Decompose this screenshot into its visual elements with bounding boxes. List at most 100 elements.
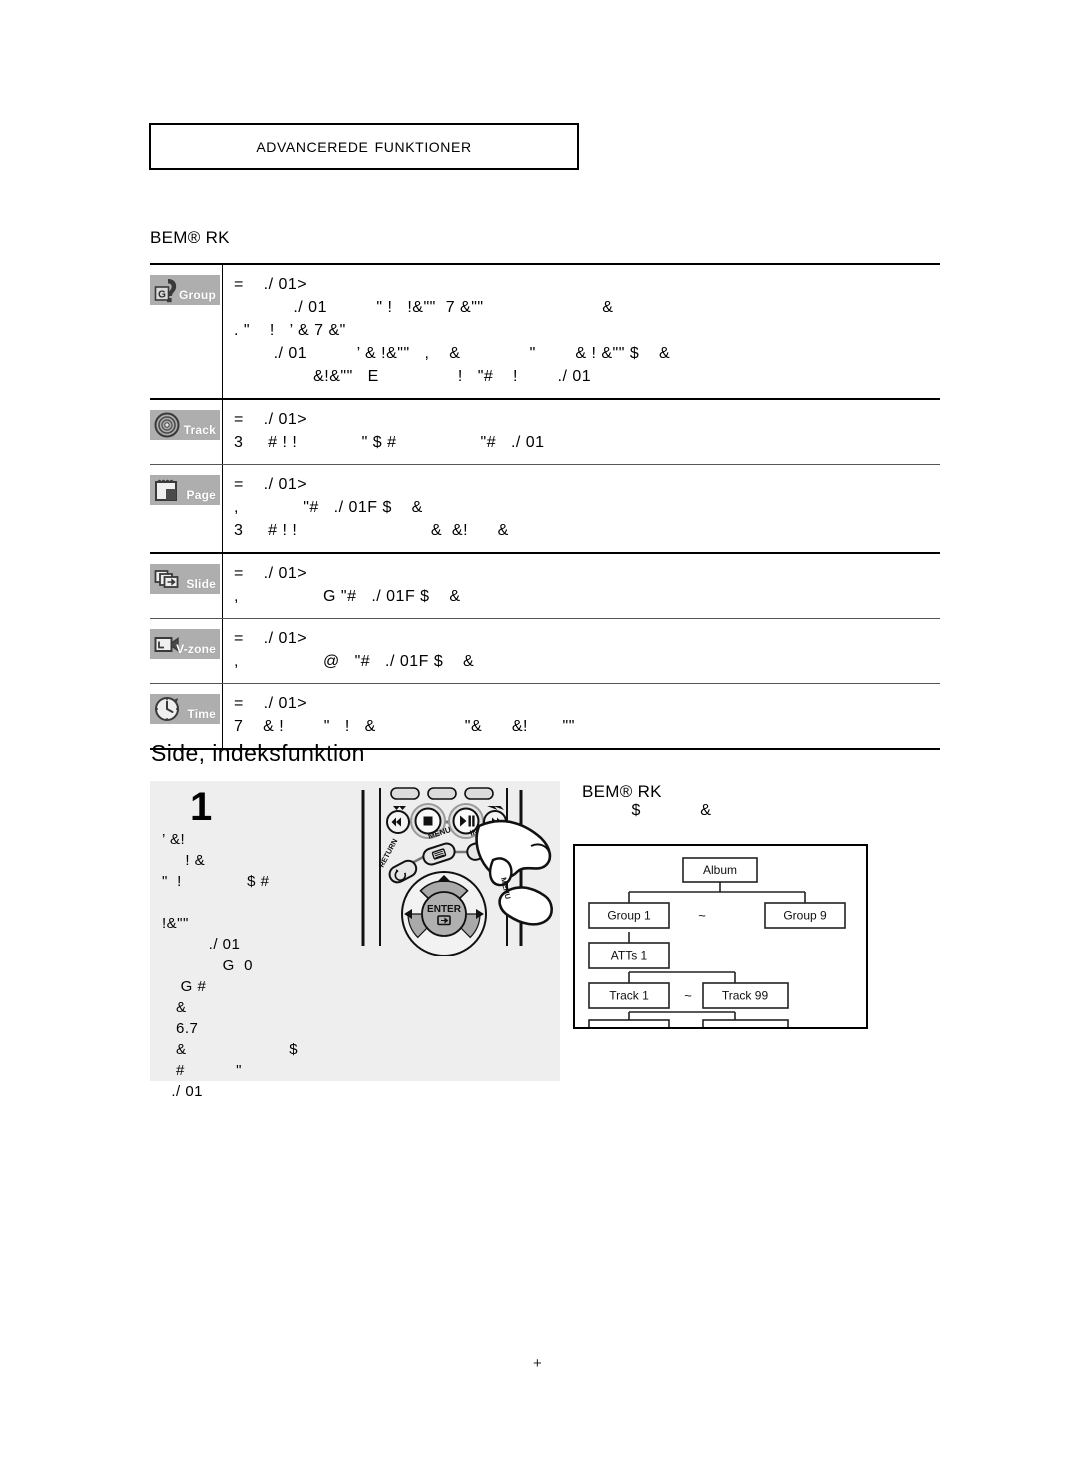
column-divider	[222, 265, 223, 398]
text-line: . " ! ’ & 7 &"	[234, 322, 346, 339]
badge-cell: Slide	[150, 564, 222, 594]
note-label-top: BEM® RK	[150, 228, 230, 247]
node-label-group-last: Group 9	[783, 909, 827, 923]
badge-cell: Time	[150, 694, 222, 724]
column-divider	[222, 554, 223, 618]
hierarchy-node-album: Album	[682, 857, 758, 883]
feature-table: G Group = ./ 01> ./ 01 " ! !&"" 7 &"" & …	[150, 263, 940, 750]
row-text-cell: = ./ 01> ./ 01 " ! !&"" 7 &"" & . " ! ’ …	[234, 265, 940, 398]
badge-label: Slide	[186, 577, 216, 591]
text-line: , G "# ./ 01F $ &	[234, 588, 461, 605]
badge-cell: V-zone	[150, 629, 222, 659]
badge-label: Group	[179, 288, 216, 302]
range-mark: ~	[698, 908, 706, 923]
text-line: G #	[162, 978, 207, 995]
range-mark: ~	[684, 1025, 692, 1027]
slides-stack-icon	[154, 566, 184, 597]
table-row: G Group = ./ 01> ./ 01 " ! !&"" 7 &"" & …	[150, 265, 940, 400]
column-divider	[222, 684, 223, 748]
hierarchy-diagram: Album Group 1 ~ Group 9 ATTs 1 Track 1 ~…	[573, 844, 868, 1029]
badge-page: Page	[150, 475, 220, 505]
text-line: , @ "# ./ 01F $ &	[234, 653, 475, 670]
step-panel: 1 ’ &! ! & " ! $ # !&"" ./ 01 G 0 G # & …	[150, 781, 560, 1100]
row-text-cell: = ./ 01> 7 & ! " ! & "& &! ""	[234, 684, 940, 748]
column-divider	[222, 400, 223, 464]
hierarchy-node-track-first: Track 1	[588, 982, 670, 1009]
node-label-atts: ATTs 1	[611, 949, 648, 963]
badge-time: Time	[150, 694, 220, 724]
badge-cell: Page	[150, 475, 222, 505]
section-heading: Side, indeksfunktion	[151, 740, 365, 766]
text-line: 3 # ! ! & &! &	[234, 522, 509, 539]
range-mark: ~	[684, 988, 692, 1003]
disc-icon	[154, 412, 182, 443]
badge-slide: Slide	[150, 564, 220, 594]
badge-label: Time	[187, 707, 216, 721]
hierarchy-node-index-last: Index 99	[702, 1019, 789, 1028]
text-line: ./ 01 ’ & !&"" , & " & ! &"" $ &	[234, 345, 671, 362]
badge-label: Page	[186, 488, 216, 502]
node-label-index-last: Index 99	[722, 1026, 768, 1028]
badge-cell: G Group	[150, 275, 222, 305]
node-label-track-first: Track 1	[609, 989, 649, 1003]
row-text-cell: = ./ 01> , @ "# ./ 01F $ &	[234, 619, 940, 683]
notepad-icon	[154, 477, 181, 508]
step-number: 1	[190, 785, 213, 829]
text-line: = ./ 01>	[234, 411, 308, 428]
table-row: Slide = ./ 01> , G "# ./ 01F $ &	[150, 554, 940, 619]
node-label-album: Album	[703, 863, 737, 877]
remote-control-illustration: MENU INFO RETURN	[355, 786, 555, 957]
text-line: = ./ 01>	[234, 476, 308, 493]
row-text-cell: = ./ 01> 3 # ! ! " $ # "# ./ 01	[234, 400, 940, 464]
hierarchy-node-index-first: Index 1	[588, 1019, 670, 1028]
text-line: = ./ 01>	[234, 276, 308, 293]
text-line: = ./ 01>	[234, 565, 308, 582]
row-text-cell: = ./ 01> , G "# ./ 01F $ &	[234, 554, 940, 618]
text-line: ./ 01	[162, 1083, 204, 1100]
return-button	[388, 859, 418, 884]
hierarchy-node-group-first: Group 1	[588, 902, 670, 929]
text-line: &	[162, 999, 187, 1016]
row-text-cell: = ./ 01> , "# ./ 01F $ & 3 # ! ! & &! &	[234, 465, 940, 552]
hand-illustration	[475, 819, 553, 926]
table-row: Page = ./ 01> , "# ./ 01F $ & 3 # ! ! & …	[150, 465, 940, 554]
table-row: V-zone = ./ 01> , @ "# ./ 01F $ &	[150, 619, 940, 684]
skip-back-icon	[386, 806, 410, 834]
text-line: 6.7	[162, 1020, 199, 1037]
text-line: = ./ 01>	[234, 630, 308, 647]
note-sub-text: $ &	[582, 802, 712, 819]
hierarchy-node-atts: ATTs 1	[588, 942, 670, 969]
badge-label: Track	[183, 423, 216, 437]
text-line: , "# ./ 01F $ &	[234, 499, 423, 516]
node-label-index-first: Index 1	[609, 1026, 649, 1028]
badge-group: G Group	[150, 275, 220, 305]
page-mark: +	[533, 1355, 542, 1372]
text-line: G 0	[162, 957, 254, 974]
hierarchy-node-group-last: Group 9	[764, 902, 846, 929]
node-label-track-last: Track 99	[722, 989, 769, 1003]
node-label-group-first: Group 1	[607, 909, 651, 923]
page-title-box: Advancerede Funktioner	[149, 123, 579, 170]
table-row: Track = ./ 01> 3 # ! ! " $ # "# ./ 01	[150, 400, 940, 465]
column-divider	[222, 619, 223, 683]
note-label-bottom: BEM® RK	[582, 782, 662, 801]
navigation-dpad: ENTER	[401, 871, 487, 957]
clock-icon	[154, 696, 182, 727]
text-line: # "	[162, 1062, 243, 1079]
hierarchy-node-track-last: Track 99	[702, 982, 789, 1009]
text-line: 7 & ! " ! & "& &! ""	[234, 718, 575, 735]
text-line: & $	[162, 1041, 299, 1058]
page-title: Advancerede Funktioner	[256, 135, 472, 157]
menu-button	[422, 842, 456, 866]
text-line: 3 # ! ! " $ # "# ./ 01	[234, 434, 545, 451]
column-divider	[222, 465, 223, 552]
badge-cell: Track	[150, 410, 222, 440]
svg-text:ENTER: ENTER	[427, 904, 462, 915]
text-line: ./ 01 " ! !&"" 7 &"" &	[234, 299, 614, 316]
badge-track: Track	[150, 410, 220, 440]
badge-label: V-zone	[176, 642, 216, 656]
svg-text:G: G	[158, 290, 166, 301]
badge-vzone: V-zone	[150, 629, 220, 659]
text-line: &!&"" E ! "# ! ./ 01	[234, 368, 592, 385]
text-line: = ./ 01>	[234, 695, 308, 712]
